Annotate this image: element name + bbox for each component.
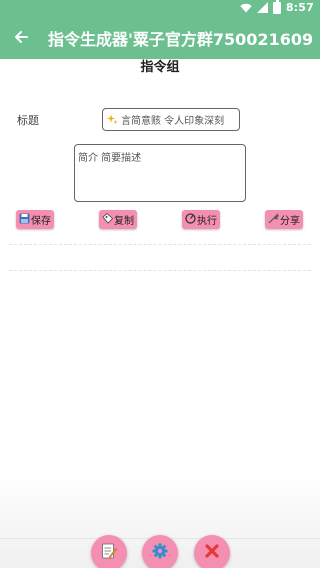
- arrow-left-icon: [14, 29, 28, 48]
- share-label: 分享: [280, 216, 300, 227]
- divider: [9, 270, 311, 271]
- divider: [9, 244, 311, 245]
- settings-gear-icon: [151, 542, 169, 564]
- battery-icon: [272, 0, 281, 14]
- sparkle-icon: [107, 114, 118, 125]
- close-button[interactable]: [194, 535, 230, 568]
- close-x-icon: [203, 542, 221, 564]
- title-label: 标题: [17, 114, 39, 127]
- copy-label: 复制: [114, 216, 134, 227]
- title-input[interactable]: 言简意赅 令人印象深刻: [102, 108, 240, 131]
- settings-button[interactable]: [142, 535, 178, 568]
- title-placeholder: 言简意赅 令人印象深刻: [121, 116, 225, 127]
- copy-button[interactable]: 复制: [99, 210, 137, 229]
- edit-note-icon: [100, 542, 118, 564]
- share-button[interactable]: 分享: [265, 210, 303, 229]
- description-placeholder: 简介 简要描述: [78, 153, 142, 164]
- status-time: 8:57: [285, 1, 314, 14]
- app-title: 指令生成器'粟子官方群750021609: [48, 30, 314, 49]
- edit-button[interactable]: [91, 535, 127, 568]
- back-button[interactable]: [0, 17, 42, 59]
- description-input[interactable]: 简介 简要描述: [74, 144, 246, 202]
- copy-icon: [102, 212, 114, 227]
- status-bar: 8:57: [0, 0, 320, 17]
- signal-icon: [256, 2, 268, 13]
- page-title: 指令组: [140, 60, 180, 75]
- wifi-icon: [240, 3, 252, 13]
- save-label: 保存: [31, 216, 51, 227]
- app-bar: 指令生成器'粟子官方群750021609: [0, 17, 320, 59]
- status-icons: 8:57: [240, 0, 314, 14]
- floppy-icon: [19, 213, 30, 227]
- run-label: 执行: [197, 216, 217, 227]
- run-button[interactable]: 执行: [182, 210, 220, 229]
- run-icon: [185, 212, 196, 227]
- share-icon: [268, 212, 279, 227]
- save-button[interactable]: 保存: [16, 210, 54, 229]
